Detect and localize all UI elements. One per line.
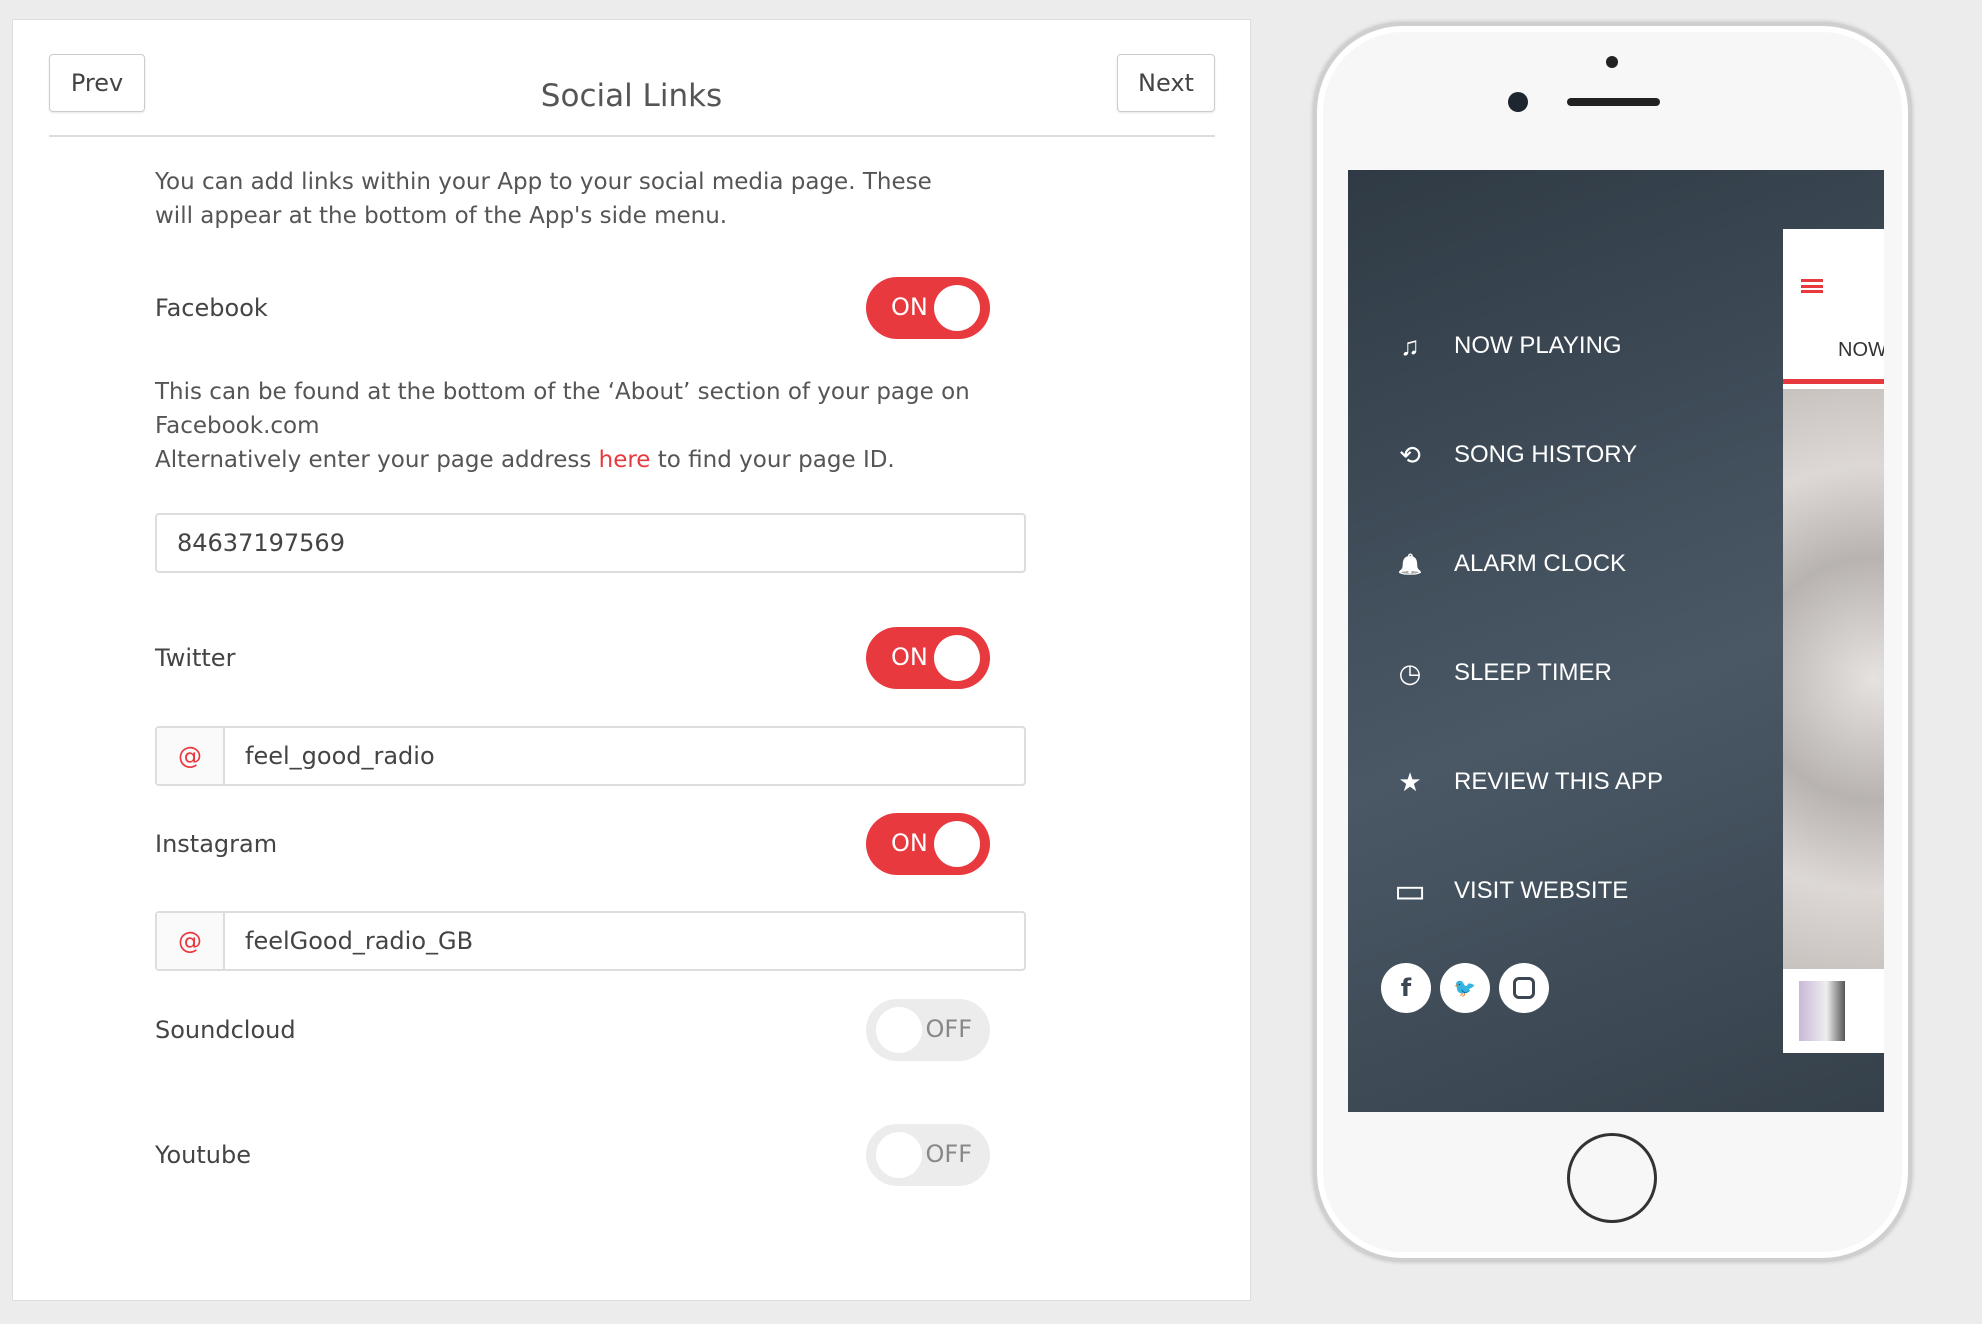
star-icon: ★ — [1398, 766, 1422, 797]
facebook-help: This can be found at the bottom of the ‘… — [155, 375, 975, 477]
menu-item-song-history[interactable]: ⟲ SONG HISTORY — [1348, 435, 1768, 475]
phone-screen: ♫ NOW PLAYING ⟲ SONG HISTORY 🔔 ALARM CLOCK … — [1348, 170, 1884, 1112]
toggle-text: ON — [891, 829, 928, 857]
toggle-text: OFF — [925, 1140, 973, 1168]
toggle-knob — [934, 821, 980, 867]
help-text: Alternatively enter your page address — [155, 447, 599, 473]
browser-window-icon: ▭ — [1393, 872, 1427, 910]
tab-now-playing[interactable]: NOW — [1838, 339, 1884, 362]
menu-item-now-playing[interactable]: ♫ NOW PLAYING — [1348, 326, 1768, 366]
clock-icon: ◷ — [1398, 657, 1422, 688]
facebook-id-input[interactable]: 84637197569 — [155, 513, 1026, 573]
at-prefix: @ — [157, 728, 225, 784]
menu-label: REVIEW THIS APP — [1454, 768, 1663, 795]
toggle-knob — [876, 1007, 922, 1053]
toggle-text: OFF — [925, 1015, 973, 1043]
menu-item-review-app[interactable]: ★ REVIEW THIS APP — [1348, 762, 1768, 802]
divider — [49, 135, 1215, 137]
menu-label: NOW PLAYING — [1454, 332, 1622, 359]
main-view-peek: NOW — [1783, 229, 1884, 1053]
toggle-knob — [934, 285, 980, 331]
thumbnail — [1799, 981, 1845, 1041]
toggle-text: ON — [891, 643, 928, 671]
help-text: to find your page ID. — [650, 447, 895, 473]
menu-label: SONG HISTORY — [1454, 441, 1638, 468]
music-note-icon: ♫ — [1400, 330, 1420, 361]
bell-icon: 🔔 — [1397, 553, 1423, 576]
hamburger-icon[interactable] — [1801, 279, 1823, 293]
menu-label: VISIT WEBSITE — [1454, 877, 1629, 904]
tab-indicator — [1783, 379, 1884, 384]
page-title: Social Links — [540, 78, 723, 114]
facebook-toggle[interactable]: ON — [866, 277, 990, 339]
speaker-grille — [1567, 98, 1660, 106]
twitter-handle-input[interactable]: @ feel_good_radio — [155, 726, 1026, 786]
youtube-toggle[interactable]: OFF — [866, 1124, 990, 1186]
camera-icon — [1508, 92, 1528, 112]
soundcloud-label: Soundcloud — [155, 1016, 296, 1044]
input-value: 84637197569 — [177, 529, 345, 557]
menu-item-alarm-clock[interactable]: 🔔 ALARM CLOCK — [1348, 544, 1768, 584]
input-value: feel_good_radio — [245, 742, 435, 770]
home-button[interactable] — [1567, 1133, 1657, 1223]
instagram-label: Instagram — [155, 830, 278, 858]
menu-item-sleep-timer[interactable]: ◷ SLEEP TIMER — [1348, 653, 1768, 693]
menu-label: SLEEP TIMER — [1454, 659, 1612, 686]
instagram-icon[interactable] — [1499, 963, 1549, 1013]
twitter-toggle[interactable]: ON — [866, 627, 990, 689]
at-prefix: @ — [157, 913, 225, 969]
social-links-panel: Prev Social Links Next You can add links… — [12, 19, 1251, 1301]
facebook-label: Facebook — [155, 294, 268, 322]
menu-item-visit-website[interactable]: ▭ VISIT WEBSITE — [1348, 871, 1768, 911]
toggle-text: ON — [891, 293, 928, 321]
soundcloud-toggle[interactable]: OFF — [866, 999, 990, 1061]
history-icon: ⟲ — [1399, 439, 1421, 470]
help-text: This can be found at the bottom of the ‘… — [155, 379, 970, 439]
menu-label: ALARM CLOCK — [1454, 550, 1627, 577]
toggle-knob — [876, 1132, 922, 1178]
instagram-toggle[interactable]: ON — [866, 813, 990, 875]
twitter-icon[interactable]: 🐦 — [1440, 963, 1490, 1013]
instagram-glyph — [1513, 977, 1535, 999]
next-button[interactable]: Next — [1117, 54, 1215, 112]
twitter-label: Twitter — [155, 644, 236, 672]
here-link[interactable]: here — [599, 447, 651, 473]
instagram-handle-input[interactable]: @ feelGood_radio_GB — [155, 911, 1026, 971]
facebook-icon[interactable]: f — [1381, 963, 1431, 1013]
sensor-dot — [1606, 56, 1618, 68]
toggle-knob — [934, 635, 980, 681]
album-art — [1783, 389, 1884, 969]
input-value: feelGood_radio_GB — [245, 927, 474, 955]
youtube-label: Youtube — [155, 1141, 251, 1169]
intro-text: You can add links within your App to you… — [155, 169, 932, 229]
